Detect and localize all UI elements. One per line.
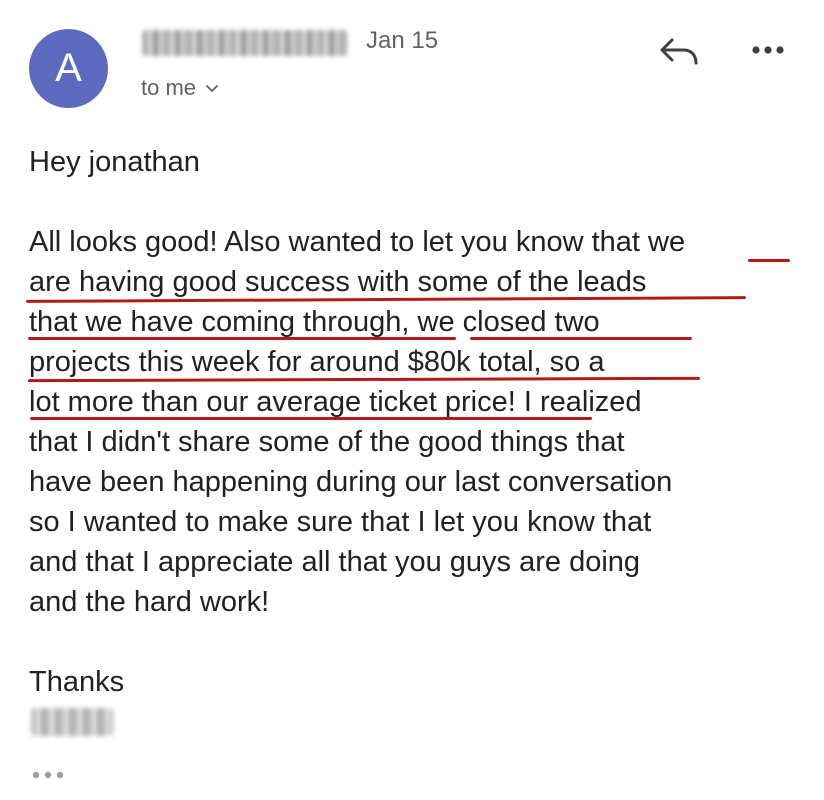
- message-body: Hey jonathan All looks good! Also wanted…: [29, 142, 809, 702]
- more-vert-icon[interactable]: [750, 42, 786, 58]
- annotation-underline: [748, 259, 790, 262]
- body-line: [29, 182, 809, 222]
- recipient-label: to me: [141, 75, 197, 100]
- body-line: and the hard work!: [29, 586, 270, 618]
- recipient-details-toggle[interactable]: to me: [141, 75, 220, 101]
- body-line: that I didn't share some of the good thi…: [29, 426, 625, 458]
- annotation-underline: [28, 337, 456, 340]
- trimmed-content-icon[interactable]: [30, 768, 66, 782]
- body-line: that we have coming through, we closed t…: [29, 306, 600, 338]
- avatar-letter: A: [55, 46, 82, 90]
- reply-icon[interactable]: [658, 36, 700, 68]
- signature-redacted: [31, 708, 113, 736]
- body-line: and that I appreciate all that you guys …: [29, 546, 641, 578]
- body-line: All looks good! Also wanted to let you k…: [29, 226, 686, 258]
- body-line: Thanks: [29, 666, 125, 698]
- body-line: have been happening during our last conv…: [29, 466, 673, 498]
- body-line: [29, 622, 809, 662]
- body-line: so I wanted to make sure that I let you …: [29, 506, 652, 538]
- annotation-underline: [470, 337, 692, 340]
- avatar[interactable]: A: [29, 29, 108, 108]
- body-line: lot more than our average ticket price! …: [29, 386, 642, 418]
- message-date: Jan 15: [366, 27, 439, 54]
- annotation-underline: [30, 417, 592, 420]
- body-line: Hey jonathan: [29, 146, 200, 178]
- sender-name-redacted: [142, 30, 348, 56]
- chevron-down-icon: [206, 85, 218, 92]
